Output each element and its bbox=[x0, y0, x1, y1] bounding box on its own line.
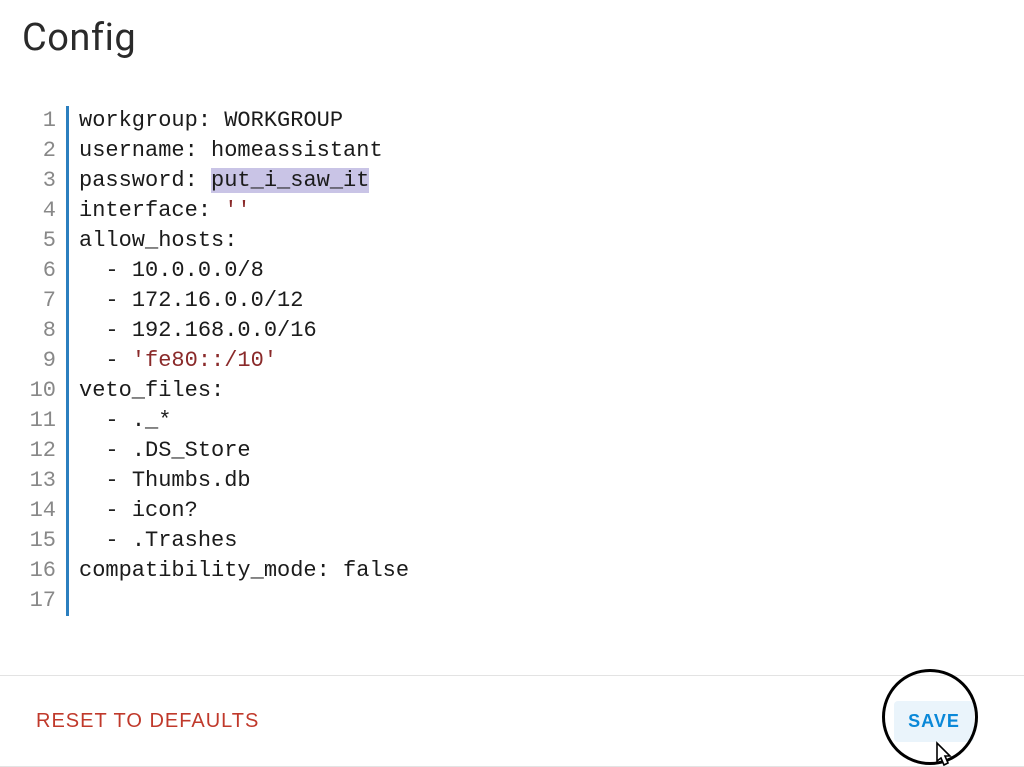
yaml-list-dash: - bbox=[79, 318, 132, 343]
yaml-value: 192.168.0.0/16 bbox=[132, 318, 317, 343]
yaml-value: .DS_Store bbox=[132, 438, 251, 463]
yaml-list-dash: - bbox=[79, 408, 132, 433]
config-editor[interactable]: 1234567891011121314151617 workgroup: WOR… bbox=[22, 106, 1002, 616]
line-number: 3 bbox=[22, 166, 56, 196]
code-line[interactable]: - 172.16.0.0/12 bbox=[79, 286, 1002, 316]
yaml-key: veto_files: bbox=[79, 378, 224, 403]
yaml-value: 10.0.0.0/8 bbox=[132, 258, 264, 283]
yaml-value: 172.16.0.0/12 bbox=[132, 288, 304, 313]
line-number: 14 bbox=[22, 496, 56, 526]
yaml-value: .Trashes bbox=[132, 528, 238, 553]
yaml-key: username: bbox=[79, 138, 211, 163]
yaml-value: homeassistant bbox=[211, 138, 383, 163]
yaml-key: interface: bbox=[79, 198, 224, 223]
line-number: 1 bbox=[22, 106, 56, 136]
line-number: 17 bbox=[22, 586, 56, 616]
code-line[interactable]: - .DS_Store bbox=[79, 436, 1002, 466]
line-number: 16 bbox=[22, 556, 56, 586]
save-button-highlight: SAVE bbox=[886, 673, 982, 767]
line-number: 7 bbox=[22, 286, 56, 316]
yaml-key: password: bbox=[79, 168, 211, 193]
code-line[interactable]: - 'fe80::/10' bbox=[79, 346, 1002, 376]
line-number: 9 bbox=[22, 346, 56, 376]
code-line[interactable]: workgroup: WORKGROUP bbox=[79, 106, 1002, 136]
line-number: 15 bbox=[22, 526, 56, 556]
editor-code[interactable]: workgroup: WORKGROUPusername: homeassist… bbox=[66, 106, 1002, 616]
code-line[interactable]: compatibility_mode: false bbox=[79, 556, 1002, 586]
line-number: 13 bbox=[22, 466, 56, 496]
code-line[interactable]: - 192.168.0.0/16 bbox=[79, 316, 1002, 346]
line-number: 4 bbox=[22, 196, 56, 226]
footer-bar: RESET TO DEFAULTS SAVE bbox=[0, 675, 1024, 767]
yaml-value: '' bbox=[224, 198, 250, 223]
code-line[interactable]: username: homeassistant bbox=[79, 136, 1002, 166]
line-number: 8 bbox=[22, 316, 56, 346]
yaml-key: allow_hosts: bbox=[79, 228, 237, 253]
yaml-list-dash: - bbox=[79, 498, 132, 523]
yaml-value: ._* bbox=[132, 408, 172, 433]
line-number: 12 bbox=[22, 436, 56, 466]
yaml-list-dash: - bbox=[79, 288, 132, 313]
code-line[interactable]: - ._* bbox=[79, 406, 1002, 436]
code-line[interactable]: - icon? bbox=[79, 496, 1002, 526]
pointer-cursor-icon bbox=[928, 741, 956, 767]
line-number: 6 bbox=[22, 256, 56, 286]
line-number: 10 bbox=[22, 376, 56, 406]
yaml-list-dash: - bbox=[79, 438, 132, 463]
editor-gutter: 1234567891011121314151617 bbox=[22, 106, 66, 616]
code-line[interactable]: - Thumbs.db bbox=[79, 466, 1002, 496]
yaml-value: Thumbs.db bbox=[132, 468, 251, 493]
yaml-value: 'fe80::/10' bbox=[132, 348, 277, 373]
line-number: 2 bbox=[22, 136, 56, 166]
code-line[interactable]: allow_hosts: bbox=[79, 226, 1002, 256]
line-number: 11 bbox=[22, 406, 56, 436]
code-line[interactable]: - 10.0.0.0/8 bbox=[79, 256, 1002, 286]
yaml-list-dash: - bbox=[79, 348, 132, 373]
yaml-key: workgroup: bbox=[79, 108, 224, 133]
code-line[interactable]: veto_files: bbox=[79, 376, 1002, 406]
yaml-list-dash: - bbox=[79, 258, 132, 283]
code-line[interactable] bbox=[79, 586, 1002, 616]
yaml-value: put_i_saw_it bbox=[211, 168, 369, 193]
yaml-value: WORKGROUP bbox=[224, 108, 343, 133]
code-line[interactable]: interface: '' bbox=[79, 196, 1002, 226]
line-number: 5 bbox=[22, 226, 56, 256]
code-line[interactable]: - .Trashes bbox=[79, 526, 1002, 556]
yaml-list-dash: - bbox=[79, 468, 132, 493]
save-button[interactable]: SAVE bbox=[894, 701, 974, 742]
yaml-value: false bbox=[343, 558, 409, 583]
page-title: Config bbox=[0, 0, 1024, 60]
yaml-key: compatibility_mode: bbox=[79, 558, 343, 583]
yaml-value: icon? bbox=[132, 498, 198, 523]
yaml-list-dash: - bbox=[79, 528, 132, 553]
reset-to-defaults-button[interactable]: RESET TO DEFAULTS bbox=[32, 702, 263, 741]
code-line[interactable]: password: put_i_saw_it bbox=[79, 166, 1002, 196]
